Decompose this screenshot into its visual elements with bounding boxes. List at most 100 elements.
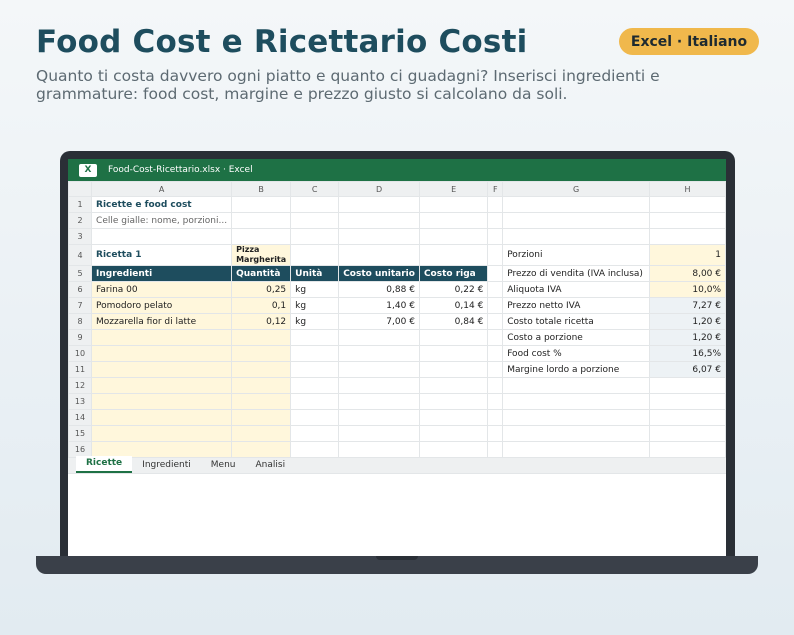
cell[interactable] [418, 196, 489, 213]
row-cost-header-cell[interactable]: Costo riga [418, 265, 489, 282]
cell[interactable] [502, 409, 651, 426]
summary-label-cell[interactable]: Costo a porzione [502, 329, 651, 346]
cell[interactable] [487, 409, 504, 426]
cell[interactable] [649, 377, 726, 394]
cell[interactable] [338, 196, 420, 213]
cell[interactable] [487, 377, 504, 394]
cell[interactable] [91, 228, 233, 245]
unit-cell[interactable]: kg [290, 281, 340, 298]
cell[interactable] [418, 425, 489, 442]
cell[interactable] [338, 393, 420, 410]
cell[interactable] [418, 393, 489, 410]
column-header-g[interactable]: G [502, 181, 651, 197]
column-header-a[interactable]: A [91, 181, 233, 197]
ingredient-cell[interactable] [91, 425, 233, 442]
cell[interactable] [502, 228, 651, 245]
ingredient-cell[interactable] [91, 361, 233, 378]
row-header[interactable]: 12 [68, 377, 93, 394]
summary-label-cell[interactable]: Margine lordo a porzione [502, 361, 651, 378]
summary-value-cell[interactable]: 6,07 € [649, 361, 726, 378]
row-cost-cell[interactable]: 0,22 € [418, 281, 489, 298]
summary-value-cell[interactable]: 7,27 € [649, 297, 726, 314]
cell[interactable] [338, 361, 420, 378]
row-header[interactable]: 7 [68, 297, 93, 314]
cell[interactable] [338, 345, 420, 362]
cell[interactable] [290, 425, 340, 442]
summary-label-cell[interactable]: Prezzo di vendita (IVA inclusa) [502, 265, 651, 282]
column-header-e[interactable]: E [418, 181, 489, 197]
cell[interactable] [502, 425, 651, 442]
tab-analisi[interactable]: Analisi [246, 458, 296, 473]
cell[interactable] [338, 377, 420, 394]
summary-label-cell[interactable]: Porzioni [502, 244, 651, 266]
quantity-cell[interactable]: 0,1 [231, 297, 292, 314]
ingredient-cell[interactable]: Farina 00 [91, 281, 233, 298]
cell[interactable] [290, 196, 340, 213]
quantity-cell[interactable] [231, 377, 292, 394]
summary-value-cell[interactable]: 16,5% [649, 345, 726, 362]
quantity-cell[interactable] [231, 393, 292, 410]
cell[interactable] [487, 265, 504, 282]
cell[interactable] [487, 297, 504, 314]
cell[interactable] [418, 361, 489, 378]
cell[interactable] [418, 244, 489, 266]
unit-cell[interactable]: kg [290, 297, 340, 314]
cell[interactable] [502, 212, 651, 229]
cell[interactable] [487, 228, 504, 245]
summary-value-cell[interactable]: 1,20 € [649, 329, 726, 346]
quantity-cell[interactable] [231, 345, 292, 362]
cell[interactable] [290, 377, 340, 394]
unit-cell[interactable]: kg [290, 313, 340, 330]
cell[interactable] [649, 409, 726, 426]
recipe-name-cell[interactable]: Pizza Margherita [231, 244, 292, 266]
cell[interactable] [338, 228, 420, 245]
cell[interactable] [231, 228, 292, 245]
tab-ricette[interactable]: Ricette [76, 456, 133, 473]
cell[interactable] [418, 212, 489, 229]
ingredient-cell[interactable] [91, 409, 233, 426]
cell[interactable] [487, 196, 504, 213]
unit-cost-cell[interactable]: 7,00 € [338, 313, 420, 330]
ingredients-header-cell[interactable]: Ingredienti [91, 265, 233, 282]
row-header[interactable]: 13 [68, 393, 93, 410]
column-header-b[interactable]: B [231, 181, 292, 197]
cell[interactable] [338, 409, 420, 426]
cell[interactable] [487, 313, 504, 330]
row-header[interactable]: 6 [68, 281, 93, 298]
column-header-h[interactable]: H [649, 181, 726, 197]
cell[interactable] [338, 212, 420, 229]
cell[interactable] [487, 281, 504, 298]
cell[interactable] [649, 425, 726, 442]
ingredient-cell[interactable]: Mozzarella fior di latte [91, 313, 233, 330]
tab-menu[interactable]: Menu [201, 458, 246, 473]
ingredient-cell[interactable]: Pomodoro pelato [91, 297, 233, 314]
row-header[interactable]: 15 [68, 425, 93, 442]
cell[interactable] [487, 329, 504, 346]
summary-label-cell[interactable]: Food cost % [502, 345, 651, 362]
summary-label-cell[interactable]: Costo totale ricetta [502, 313, 651, 330]
cell[interactable] [502, 393, 651, 410]
cell[interactable] [649, 393, 726, 410]
row-header[interactable]: 1 [68, 196, 93, 213]
cell[interactable] [487, 244, 504, 266]
cell[interactable] [649, 212, 726, 229]
cell[interactable] [338, 329, 420, 346]
quantity-header-cell[interactable]: Quantità [231, 265, 292, 282]
cell[interactable] [290, 441, 340, 458]
cell[interactable] [290, 345, 340, 362]
summary-value-cell[interactable]: 1 [649, 244, 726, 266]
summary-label-cell[interactable]: Aliquota IVA [502, 281, 651, 298]
cell[interactable] [418, 377, 489, 394]
summary-label-cell[interactable]: Prezzo netto IVA [502, 297, 651, 314]
cell[interactable] [487, 393, 504, 410]
ingredient-cell[interactable] [91, 393, 233, 410]
quantity-cell[interactable] [231, 361, 292, 378]
unit-cost-cell[interactable]: 0,88 € [338, 281, 420, 298]
column-header-c[interactable]: C [290, 181, 340, 197]
unit-cost-cell[interactable]: 1,40 € [338, 297, 420, 314]
cell[interactable] [418, 409, 489, 426]
row-header[interactable]: 5 [68, 265, 93, 282]
cell[interactable] [290, 212, 340, 229]
cell[interactable] [487, 212, 504, 229]
unit-header-cell[interactable]: Unità [290, 265, 340, 282]
